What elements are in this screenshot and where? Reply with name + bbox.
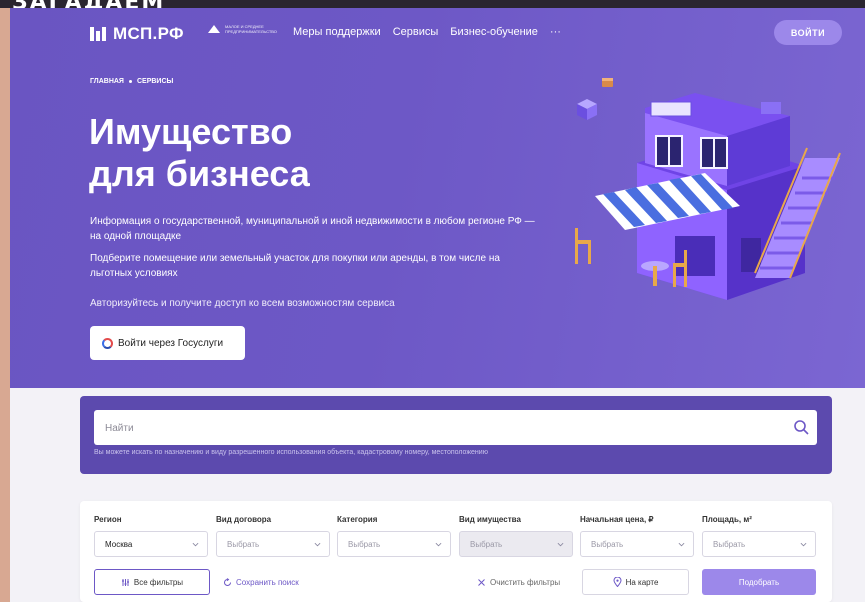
hero-section: МСП.РФ МАЛОЕ И СРЕДНЕЕ ПРЕДПРИНИМАТЕЛЬСТ… <box>10 8 865 388</box>
filter-price-value: Выбрать <box>591 539 624 549</box>
hero-description-3: Авторизуйтесь и получите доступ ко всем … <box>90 298 395 309</box>
filter-price: Начальная цена, ₽ Выбрать <box>580 515 694 557</box>
filter-region-label: Регион <box>94 515 122 524</box>
filter-category: Категория Выбрать <box>337 515 451 557</box>
gosuslugi-login-button[interactable]: Войти через Госуслуги <box>90 326 245 360</box>
building-illustration-icon <box>575 78 841 300</box>
title-line-1: Имущество <box>89 111 293 152</box>
filters-panel: Регион Москва Вид договора Выбрать Катег… <box>80 501 832 602</box>
title-line-2: для бизнеса <box>89 153 310 194</box>
all-filters-button[interactable]: Все фильтры <box>94 569 210 595</box>
floating-box-icon <box>602 78 613 87</box>
chevron-down-icon <box>800 542 807 546</box>
breadcrumb-home[interactable]: ГЛАВНАЯ <box>90 78 124 85</box>
filter-area: Площадь, м² Выбрать <box>702 515 816 557</box>
filter-property-type-select[interactable]: Выбрать <box>459 531 573 557</box>
filter-contract-select[interactable]: Выбрать <box>216 531 330 557</box>
search-panel: Вы можете искать по назначению и виду ра… <box>80 396 832 474</box>
filter-region: Регион Москва <box>94 515 208 557</box>
close-icon <box>478 578 485 586</box>
filter-category-value: Выбрать <box>348 539 381 549</box>
logo-icon <box>90 27 107 41</box>
filter-property-type-value: Выбрать <box>470 539 503 549</box>
map-button[interactable]: На карте <box>582 569 689 595</box>
refresh-icon <box>224 577 231 586</box>
save-search-button[interactable]: Сохранить поиск <box>223 569 299 595</box>
search-box <box>94 410 817 447</box>
map-pin-icon <box>613 577 622 587</box>
search-icon[interactable] <box>793 419 809 435</box>
main-nav: Меры поддержки Сервисы Бизнес-обучение ·… <box>293 26 561 38</box>
filter-sliders-icon <box>121 578 129 586</box>
chevron-down-icon <box>557 542 564 546</box>
nav-item-services[interactable]: Сервисы <box>393 26 439 38</box>
breadcrumb-separator <box>128 80 132 83</box>
floating-cube-icon <box>577 99 597 120</box>
chevron-down-icon <box>435 542 442 546</box>
filter-price-label: Начальная цена, ₽ <box>580 515 654 524</box>
logo[interactable]: МСП.РФ <box>90 24 184 44</box>
search-input[interactable] <box>94 410 797 447</box>
filter-contract: Вид договора Выбрать <box>216 515 330 557</box>
filter-area-label: Площадь, м² <box>702 515 752 524</box>
nav-more[interactable]: ··· <box>550 26 561 38</box>
gosuslugi-icon <box>102 337 113 349</box>
filter-category-select[interactable]: Выбрать <box>337 531 451 557</box>
partner-icon <box>208 25 220 33</box>
clear-filters-label: Очистить фильтры <box>490 577 561 587</box>
filter-region-select[interactable]: Москва <box>94 531 208 557</box>
chevron-down-icon <box>314 542 321 546</box>
filter-price-select[interactable]: Выбрать <box>580 531 694 557</box>
page-title: Имущество для бизнеса <box>89 111 389 195</box>
filter-contract-value: Выбрать <box>227 539 260 549</box>
clear-filters-button[interactable]: Очистить фильтры <box>477 569 560 595</box>
search-hint: Вы можете искать по назначению и виду ра… <box>94 449 488 456</box>
top-strip: ЗАГАДАЕМ <box>0 0 865 15</box>
hero-description-1: Информация о государственной, муниципаль… <box>90 216 535 242</box>
partner-text: МАЛОЕ И СРЕДНЕЕ ПРЕДПРИНИМАТЕЛЬСТВО <box>225 24 277 34</box>
chevron-down-icon <box>192 542 199 546</box>
filter-category-label: Категория <box>337 515 378 524</box>
all-filters-label: Все фильтры <box>133 577 184 587</box>
logo-text: МСП.РФ <box>113 24 184 43</box>
filter-region-value: Москва <box>105 539 133 549</box>
filter-contract-label: Вид договора <box>216 515 272 524</box>
chevron-down-icon <box>678 542 685 546</box>
nav-item-education[interactable]: Бизнес-обучение <box>450 26 538 38</box>
breadcrumb: ГЛАВНАЯ СЕРВИСЫ <box>90 78 173 85</box>
filter-property-type-label: Вид имущества <box>459 515 521 524</box>
filter-area-value: Выбрать <box>713 539 746 549</box>
login-button[interactable]: ВОЙТИ <box>774 20 842 45</box>
nav-item-support[interactable]: Меры поддержки <box>293 26 381 38</box>
submit-button[interactable]: Подобрать <box>702 569 816 595</box>
breadcrumb-services[interactable]: СЕРВИСЫ <box>137 78 173 85</box>
partner-logo[interactable]: МАЛОЕ И СРЕДНЕЕ ПРЕДПРИНИМАТЕЛЬСТВО <box>207 24 277 34</box>
filter-area-select[interactable]: Выбрать <box>702 531 816 557</box>
save-search-label: Сохранить поиск <box>236 577 299 587</box>
gosuslugi-label: Войти через Госуслуги <box>118 337 224 349</box>
map-label: На карте <box>625 577 659 587</box>
hero-description-2: Подберите помещение или земельный участо… <box>90 253 500 279</box>
filter-property-type: Вид имущества Выбрать <box>459 515 573 557</box>
